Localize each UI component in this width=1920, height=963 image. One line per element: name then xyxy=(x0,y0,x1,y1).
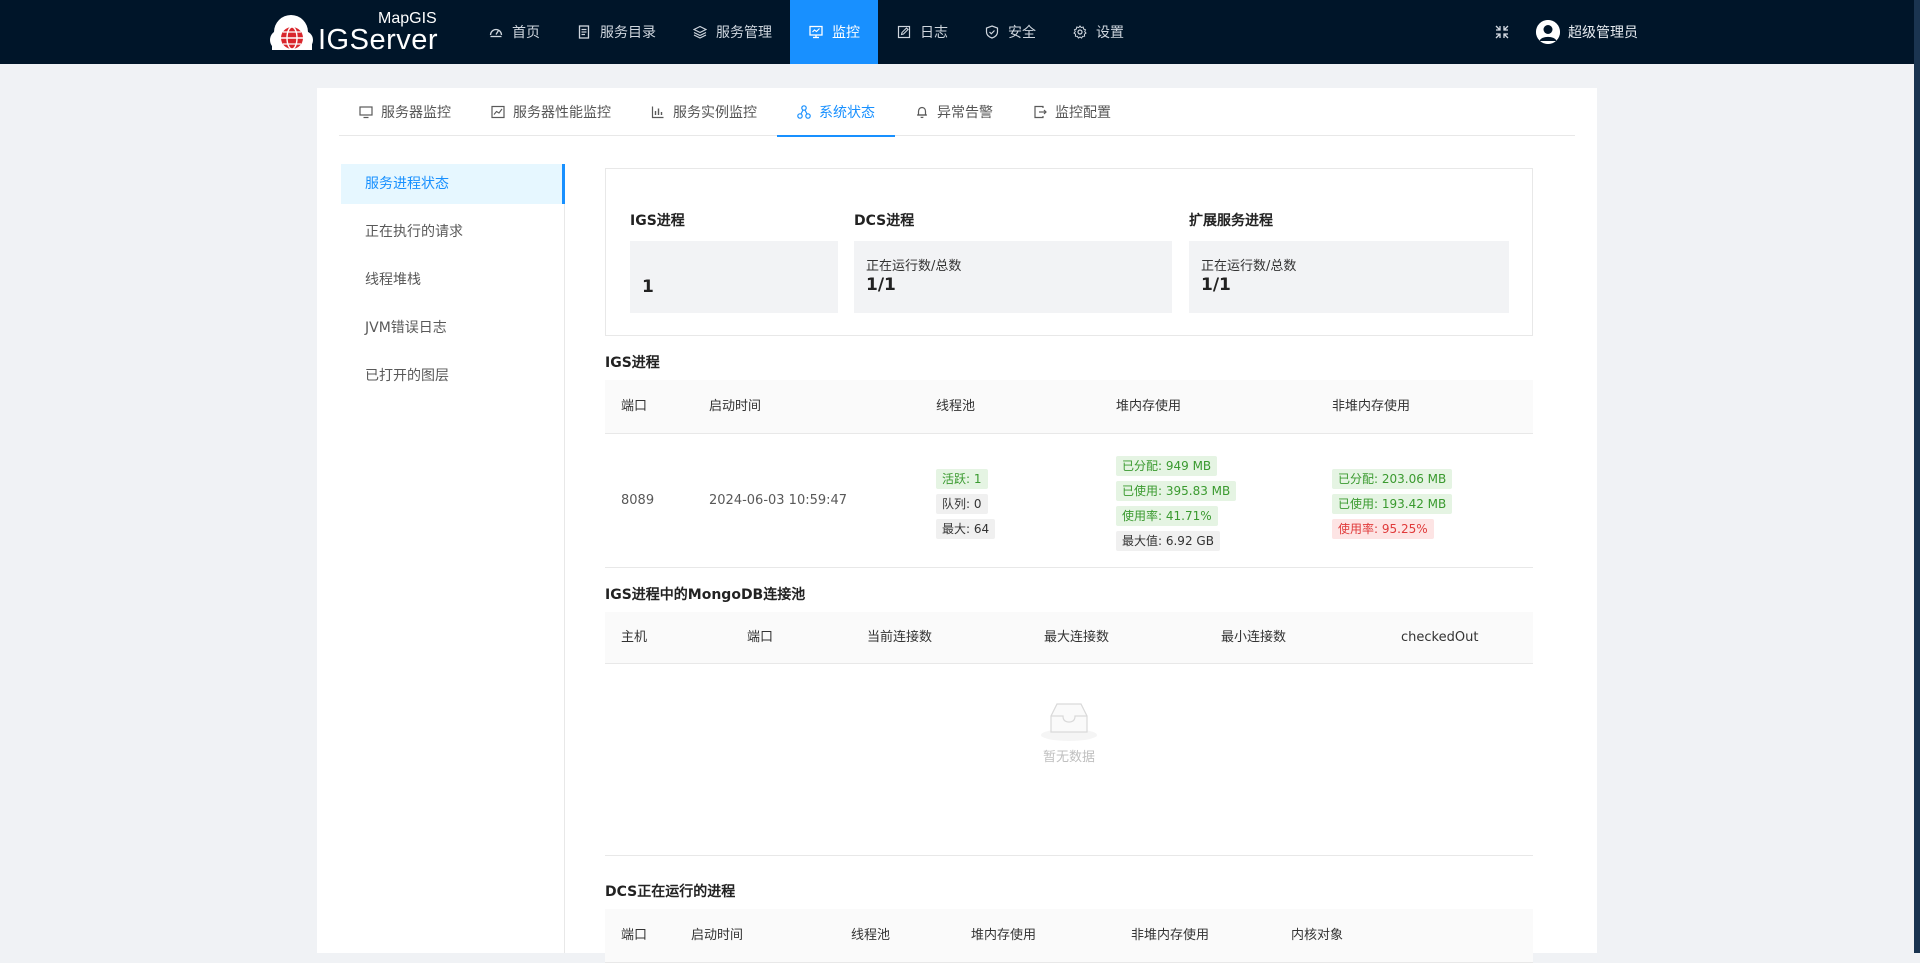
tab-alerts[interactable]: 异常告警 xyxy=(895,88,1013,136)
th-dcs-nonheap: 非堆内存使用 xyxy=(1131,928,1210,943)
cell-port: 8089 xyxy=(621,493,655,508)
heap-rate-tag: 使用率: 41.71% xyxy=(1116,506,1218,526)
monitor-icon xyxy=(809,25,823,39)
igs-table-title: IGS进程 xyxy=(605,355,660,371)
page-scrollbar[interactable] xyxy=(1914,0,1920,953)
empty-inbox-icon xyxy=(1041,703,1097,741)
side-item-running-requests[interactable]: 正在执行的请求 xyxy=(341,212,564,252)
mongo-table-title: IGS进程中的MongoDB连接池 xyxy=(605,587,806,603)
avatar[interactable] xyxy=(1536,20,1560,44)
th-kernel-objects: 内核对象 xyxy=(1291,928,1344,943)
fullscreen-icon[interactable] xyxy=(1494,24,1510,40)
dcs-summary-label: 正在运行数/总数 xyxy=(866,259,962,274)
bell-icon xyxy=(915,105,929,119)
thread-active-tag: 活跃: 1 xyxy=(936,469,988,489)
desktop-icon xyxy=(359,105,373,119)
table-row: 8089 2024-06-03 10:59:47 活跃: 1 队列: 0 最大:… xyxy=(605,434,1533,568)
ext-summary-title: 扩展服务进程 xyxy=(1189,213,1273,229)
dcs-summary-title: DCS进程 xyxy=(854,213,915,229)
document-icon xyxy=(577,25,591,39)
nav-service-catalog[interactable]: 服务目录 xyxy=(558,0,674,64)
thread-max-tag: 最大: 64 xyxy=(936,519,996,539)
th-host: 主机 xyxy=(621,630,648,645)
heap-used-tag: 已使用: 395.83 MB xyxy=(1116,481,1237,501)
cell-start-time: 2024-06-03 10:59:47 xyxy=(709,493,848,508)
th-min-connections: 最小连接数 xyxy=(1221,630,1287,645)
ext-summary-value: 1/1 xyxy=(1201,275,1231,295)
th-checkedout: checkedOut xyxy=(1401,630,1479,645)
user-avatar-icon xyxy=(1536,20,1560,44)
th-port: 端口 xyxy=(621,399,648,414)
th-current-connections: 当前连接数 xyxy=(867,630,933,645)
main-card: 服务器监控 服务器性能监控 服务实例监控 系统状态 异常告警 监控配置 服务进程… xyxy=(317,88,1597,963)
dcs-summary-value: 1/1 xyxy=(866,275,896,295)
tab-monitor-config[interactable]: 监控配置 xyxy=(1013,88,1131,136)
section-divider xyxy=(605,855,1533,856)
dcs-table-header: 端口 启动时间 线程池 堆内存使用 非堆内存使用 内核对象 xyxy=(605,909,1533,963)
nonheap-allocated-tag: 已分配: 203.06 MB xyxy=(1332,469,1453,489)
dcs-summary-box: 正在运行数/总数 1/1 xyxy=(854,241,1172,313)
shield-icon xyxy=(985,25,999,39)
nav-service-management[interactable]: 服务管理 xyxy=(674,0,790,64)
tab-system-status[interactable]: 系统状态 xyxy=(777,88,895,137)
empty-state: 暂无数据 xyxy=(605,698,1533,765)
mongo-table-header: 主机 端口 当前连接数 最大连接数 最小连接数 checkedOut xyxy=(605,612,1533,664)
th-nonheap: 非堆内存使用 xyxy=(1332,399,1411,414)
th-mongo-port: 端口 xyxy=(747,630,774,645)
main-nav: 首页 服务目录 服务管理 监控 日志 安全 设置 xyxy=(470,0,1142,64)
nonheap-rate-tag: 使用率: 95.25% xyxy=(1332,519,1434,539)
th-dcs-heap: 堆内存使用 xyxy=(971,928,1037,943)
igs-summary-value: 1 xyxy=(642,277,654,297)
nonheap-used-tag: 已使用: 193.42 MB xyxy=(1332,494,1453,514)
th-thread-pool: 线程池 xyxy=(936,399,976,414)
ext-summary-label: 正在运行数/总数 xyxy=(1201,259,1297,274)
export-icon xyxy=(1033,105,1047,119)
th-heap: 堆内存使用 xyxy=(1116,399,1182,414)
heap-allocated-tag: 已分配: 949 MB xyxy=(1116,456,1218,476)
tab-service-instance[interactable]: 服务实例监控 xyxy=(631,88,777,136)
igs-table-header: 端口 启动时间 线程池 堆内存使用 非堆内存使用 xyxy=(605,380,1533,434)
igs-summary-box: 1 xyxy=(630,241,838,313)
heap-max-tag: 最大值: 6.92 GB xyxy=(1116,531,1220,551)
igs-summary-title: IGS进程 xyxy=(630,213,685,229)
cluster-icon xyxy=(797,105,811,119)
nav-monitor[interactable]: 监控 xyxy=(790,0,878,64)
monitor-tabs: 服务器监控 服务器性能监控 服务实例监控 系统状态 异常告警 监控配置 xyxy=(339,88,1575,137)
side-item-thread-stack[interactable]: 线程堆栈 xyxy=(341,260,564,300)
nav-security[interactable]: 安全 xyxy=(966,0,1054,64)
line-chart-icon xyxy=(491,105,505,119)
nav-settings[interactable]: 设置 xyxy=(1054,0,1142,64)
thread-queue-tag: 队列: 0 xyxy=(936,494,988,514)
empty-text: 暂无数据 xyxy=(1042,750,1095,765)
logo-main-text: IGServer xyxy=(318,24,439,56)
nav-home[interactable]: 首页 xyxy=(470,0,558,64)
th-dcs-port: 端口 xyxy=(621,928,648,943)
edit-icon xyxy=(897,25,911,39)
gear-icon xyxy=(1073,25,1087,39)
nav-log[interactable]: 日志 xyxy=(878,0,966,64)
bar-chart-icon xyxy=(651,105,665,119)
top-navbar: MapGIS IGServer 首页 服务目录 服务管理 监控 日志 安全 设置… xyxy=(0,0,1920,64)
user-area: 超级管理员 xyxy=(1494,0,1638,64)
user-name[interactable]: 超级管理员 xyxy=(1568,22,1638,42)
th-dcs-start-time: 启动时间 xyxy=(691,928,744,943)
th-dcs-thread-pool: 线程池 xyxy=(851,928,891,943)
mapgis-igserver-logo[interactable]: MapGIS IGServer xyxy=(268,10,443,56)
ext-summary-box: 正在运行数/总数 1/1 xyxy=(1189,241,1509,313)
dcs-table-title: DCS正在运行的进程 xyxy=(605,884,736,900)
side-item-process-status[interactable]: 服务进程状态 xyxy=(341,164,565,204)
tab-server-monitor[interactable]: 服务器监控 xyxy=(339,88,471,136)
side-item-opened-layers[interactable]: 已打开的图层 xyxy=(341,356,564,396)
side-item-jvm-error-log[interactable]: JVM错误日志 xyxy=(341,308,564,348)
dashboard-icon xyxy=(489,25,503,39)
th-start-time: 启动时间 xyxy=(709,399,762,414)
tab-server-performance[interactable]: 服务器性能监控 xyxy=(471,88,631,136)
process-summary: IGS进程 1 DCS进程 正在运行数/总数 1/1 扩展服务进程 正在运行数/… xyxy=(605,168,1533,336)
side-menu: 服务进程状态 正在执行的请求 线程堆栈 JVM错误日志 已打开的图层 xyxy=(341,164,565,953)
th-max-connections: 最大连接数 xyxy=(1044,630,1110,645)
layers-icon xyxy=(693,25,707,39)
